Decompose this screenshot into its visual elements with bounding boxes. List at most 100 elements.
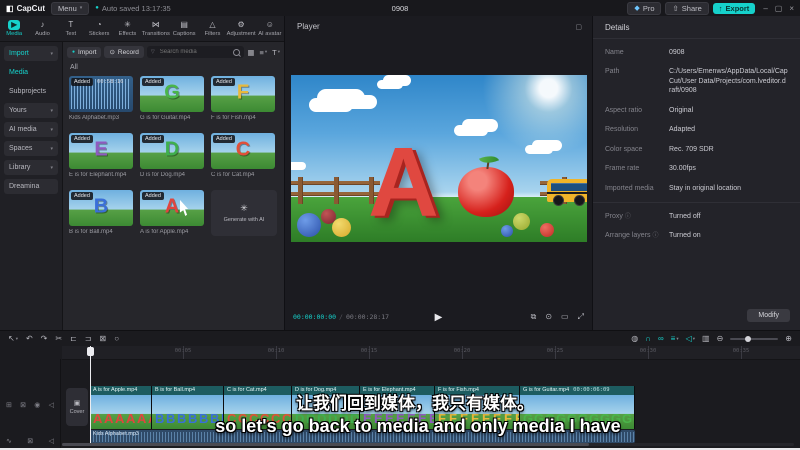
mute-track-icon[interactable]: ◁ <box>49 437 54 445</box>
video-clip[interactable]: A is for Apple.mp4 A <box>90 386 152 429</box>
sidebar-item[interactable]: Yours ▾ <box>4 103 58 118</box>
toolbar-icon-glyph: ▥ <box>702 334 710 343</box>
media-item[interactable]: Added 00:58:16 Kids Alphabet.mp3 <box>69 76 135 121</box>
details-label: Imported media <box>605 184 654 192</box>
media-item[interactable]: Added C C is for Cat.mp4 <box>211 133 277 178</box>
scene-cloud <box>291 161 307 170</box>
added-badge: Added <box>213 135 235 143</box>
import-button[interactable]: ● Import <box>67 46 102 58</box>
details-toggle-row: Arrange layers ⓘ Turned on <box>593 226 800 245</box>
details-label: Path <box>605 68 620 76</box>
track-volume-icon[interactable]: ◁ ▾ <box>686 334 695 343</box>
search-input[interactable] <box>157 48 231 56</box>
split-icon[interactable]: ✂ <box>55 334 62 343</box>
maximize-button[interactable]: ▢ <box>775 4 783 13</box>
close-button[interactable]: × <box>789 4 794 13</box>
ribbon-tab[interactable]: ⚙ Adjustment <box>227 20 256 37</box>
ribbon-tab[interactable]: ◔ Stickers <box>85 20 113 37</box>
record-button[interactable]: ⊙ Record <box>104 46 144 58</box>
modify-button[interactable]: Modify <box>747 309 790 322</box>
details-rows: Name 0908 Path C:/Users/Emenws/AppData/L… <box>593 39 800 202</box>
ribbon-tab-icon: ▤ <box>180 20 188 29</box>
sidebar-item[interactable]: Subprojects <box>4 84 58 99</box>
timeline-zoom-slider[interactable] <box>730 335 779 342</box>
media-item[interactable]: Added B B is for Ball.mp4 <box>69 190 135 236</box>
magnet-snap-icon[interactable]: ∩ <box>645 334 651 343</box>
media-item[interactable]: Added E E is for Elephant.mp4 <box>69 133 135 178</box>
sort-button[interactable]: ≡ ▾ <box>259 48 267 57</box>
added-badge: Added <box>142 78 164 86</box>
ribbon-tab[interactable]: ✳ Effects <box>113 20 141 37</box>
media-item[interactable]: Added D D is for Dog.mp4 <box>140 133 206 178</box>
media-item[interactable]: Added G G is for Guitar.mp4 <box>140 76 206 121</box>
player-expand-icon[interactable]: ▢ <box>575 23 582 31</box>
sidebar-item[interactable]: Media <box>4 65 58 80</box>
ribbon-tab[interactable]: ▤ Captions <box>170 20 198 37</box>
play-button[interactable]: ▶ <box>435 312 443 323</box>
snapshot-icon[interactable]: ⊙ <box>545 312 552 322</box>
type-filter-button[interactable]: T ▾ <box>272 48 280 57</box>
clip-name-bar: A is for Apple.mp4 <box>90 386 151 395</box>
toggle-label: Arrange layers <box>605 232 651 240</box>
chevron-down-icon: ▾ <box>50 145 53 152</box>
pro-button[interactable]: ◆ Pro <box>627 1 662 15</box>
zoom-in-icon[interactable]: ⊕ <box>785 334 792 343</box>
grid-view-button[interactable]: ▦ <box>247 48 254 57</box>
thumbnail-view-icon[interactable]: ⊞ <box>6 401 12 409</box>
select-tool-icon[interactable]: ↖ ▾ <box>8 334 18 343</box>
ruler-segment: 00:35 <box>648 346 750 359</box>
export-button[interactable]: ↑ Export <box>712 2 756 14</box>
delete-icon[interactable]: ⊠ <box>99 334 106 343</box>
media-item[interactable]: Added A A is for Apple.mp4 <box>140 190 206 236</box>
trim-right-icon[interactable]: ⊐ <box>85 334 92 343</box>
ribbon-tab[interactable]: △ Filters <box>198 20 226 37</box>
sidebar-item[interactable]: Library ▾ <box>4 160 58 175</box>
lock-track-icon[interactable]: ⊠ <box>27 437 33 445</box>
sidebar-item[interactable]: Import ▾ <box>4 46 58 61</box>
auto-link-icon[interactable]: ∞ <box>658 334 664 343</box>
import-label: Import <box>78 48 97 56</box>
details-row: Frame rate 30.00fps <box>593 159 800 178</box>
ribbon-tab[interactable]: ♪ Audio <box>28 20 56 37</box>
video-clip[interactable]: B is for Ball.mp4 B <box>152 386 224 429</box>
sidebar-item-label: Spaces <box>9 145 33 152</box>
search-box[interactable]: ▽ <box>146 46 245 58</box>
mirror-icon[interactable]: ○ <box>114 334 119 343</box>
horizontal-scrollbar[interactable] <box>62 443 794 446</box>
lock-track-icon[interactable]: ⊠ <box>20 401 26 409</box>
preview-mode-icon[interactable]: ⧉ <box>531 312 537 322</box>
minimize-button[interactable]: – <box>763 4 767 13</box>
playhead-handle[interactable] <box>87 347 94 356</box>
trim-left-icon[interactable]: ⊏ <box>70 334 77 343</box>
generate-with-ai-card[interactable]: ✳ Generate with AI <box>211 190 277 236</box>
preview-frames-icon[interactable]: ▥ <box>702 334 710 343</box>
redo-icon[interactable]: ↷ <box>41 334 48 343</box>
sidebar-item[interactable]: AI media ▾ <box>4 122 58 137</box>
sidebar-item[interactable]: Dreamina <box>4 179 58 194</box>
search-icon[interactable] <box>233 48 241 56</box>
menu-button[interactable]: Menu ▾ <box>51 1 90 15</box>
sidebar-item[interactable]: Spaces ▾ <box>4 141 58 156</box>
player-panel: Player ▢ A 00:00:00:00 / 00:00:28:17 ▶ ⧉… <box>285 16 592 330</box>
main-track-magnet-icon[interactable]: ≡ ▾ <box>671 334 679 343</box>
hide-track-icon[interactable]: ◉ <box>34 401 40 409</box>
waveform-icon[interactable]: ∿ <box>6 437 12 445</box>
cover-button[interactable]: ▣ Cover <box>66 388 88 426</box>
playhead[interactable] <box>90 346 91 443</box>
timeline-ruler[interactable]: 00:05 00:10 00:15 00:20 00:25 00:30 00:3… <box>62 346 800 360</box>
ribbon-tab[interactable]: ⋈ Transitions <box>142 20 170 37</box>
ribbon-tab[interactable]: T Text <box>57 20 85 37</box>
ribbon-tab[interactable]: ▶ Media <box>0 20 28 37</box>
mute-track-icon[interactable]: ◁ <box>49 401 54 409</box>
media-item[interactable]: Added F F is for Fish.mp4 <box>211 76 277 121</box>
ribbon-tab[interactable]: ☺ AI avatar <box>256 20 284 37</box>
voiceover-mic-icon[interactable]: ◍ <box>631 334 638 343</box>
fullscreen-icon[interactable]: ⤢ <box>578 312 584 322</box>
ribbon-tab-icon: T <box>68 20 74 29</box>
zoom-out-icon[interactable]: ⊖ <box>717 334 724 343</box>
undo-icon[interactable]: ↶ <box>26 334 33 343</box>
share-button[interactable]: ⇧ Share <box>665 1 709 15</box>
details-row: Color space Rec. 709 SDR <box>593 140 800 159</box>
ratio-icon[interactable]: ▭ <box>561 312 569 322</box>
chevron-down-icon: ▾ <box>79 5 83 11</box>
